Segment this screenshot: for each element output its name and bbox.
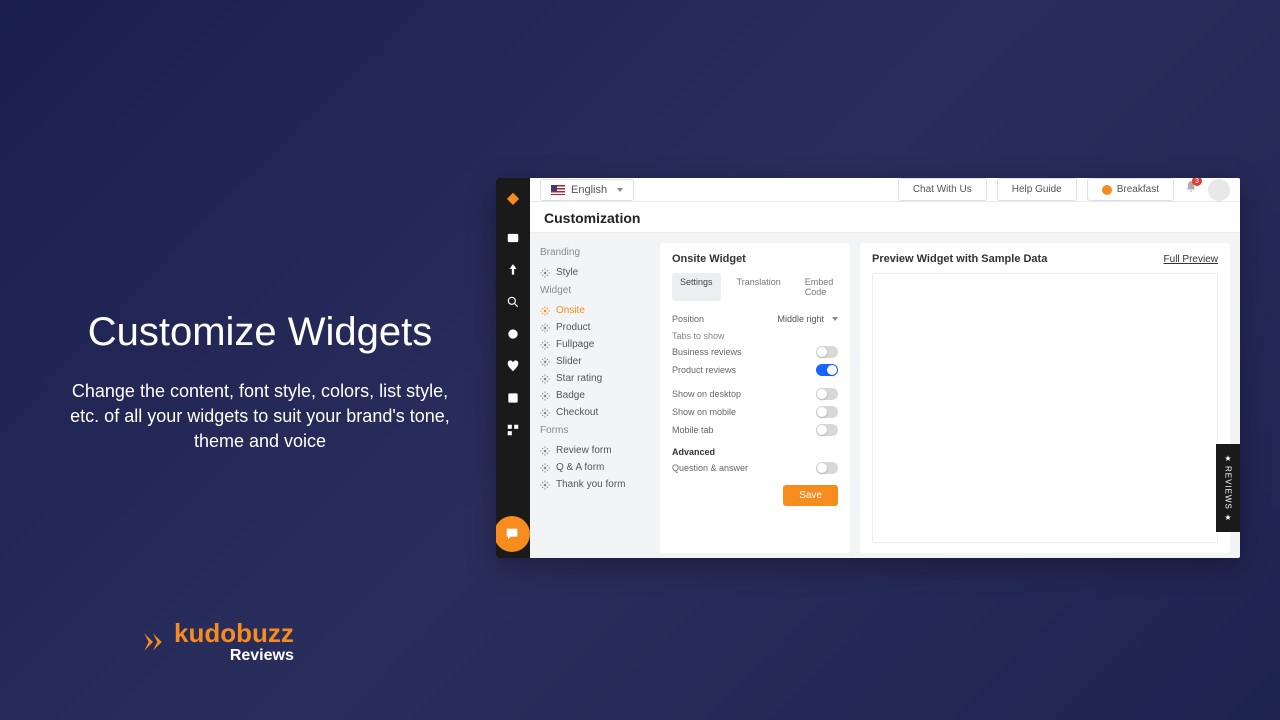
rail-globe-icon[interactable] <box>503 324 523 344</box>
advanced-label: Advanced <box>672 447 838 457</box>
rail-rocket-icon[interactable] <box>503 260 523 280</box>
gear-icon <box>540 408 550 418</box>
full-preview-link[interactable]: Full Preview <box>1164 254 1218 265</box>
rail-reviews-icon[interactable] <box>503 228 523 248</box>
rail-grid-icon[interactable] <box>503 420 523 440</box>
promo-title: Customize Widgets <box>60 310 460 355</box>
toggle-label: Show on desktop <box>672 389 741 399</box>
preview-area <box>872 273 1218 543</box>
position-select[interactable]: Middle right <box>777 314 838 324</box>
nav-rail: ◆ <box>496 178 530 558</box>
rail-search-icon[interactable] <box>503 292 523 312</box>
toggle-label: Question & answer <box>672 463 748 473</box>
gear-icon <box>540 340 550 350</box>
settings-sidebar: Branding Style Widget OnsiteProductFullp… <box>540 243 650 553</box>
brand-name: kudobuzz <box>174 618 294 649</box>
language-label: English <box>571 184 607 196</box>
toggle-label: Mobile tab <box>672 425 714 435</box>
save-button[interactable]: Save <box>783 485 838 506</box>
topbar: English Chat With Us Help Guide Breakfas… <box>530 178 1240 202</box>
tab-translation[interactable]: Translation <box>729 273 789 301</box>
settings-card: Onsite Widget Settings Translation Embed C… <box>660 243 850 553</box>
toggle-show-on-desktop[interactable] <box>816 388 838 400</box>
toggle-business-reviews[interactable] <box>816 346 838 358</box>
gear-icon <box>540 357 550 367</box>
toggle-product-reviews[interactable] <box>816 364 838 376</box>
sidebar-item-checkout[interactable]: Checkout <box>540 404 650 421</box>
sidebar-item-style[interactable]: Style <box>540 264 650 281</box>
chevron-down-icon <box>832 317 838 321</box>
star-icon: ★ <box>1224 454 1231 463</box>
sidebar-item-product[interactable]: Product <box>540 319 650 336</box>
reviews-side-tab[interactable]: ★ REVIEWS ★ <box>1216 444 1240 532</box>
toggle-label: Business reviews <box>672 347 742 357</box>
gear-icon <box>540 374 550 384</box>
gear-icon <box>540 306 550 316</box>
settings-tabs: SettingsTranslationEmbed Code <box>672 273 838 301</box>
gear-icon <box>540 268 550 278</box>
gear-icon <box>540 391 550 401</box>
toggle-mobile-tab[interactable] <box>816 424 838 436</box>
app-window: ◆ English Chat With Us Help Guide Breakf… <box>496 178 1240 558</box>
toggle-show-on-mobile[interactable] <box>816 406 838 418</box>
help-button[interactable]: Help Guide <box>997 178 1077 201</box>
rail-heart-icon[interactable] <box>503 356 523 376</box>
brand-logo: kudobuzz Reviews <box>140 618 294 665</box>
breakfast-icon <box>1102 185 1112 195</box>
flag-icon <box>551 185 565 195</box>
toggle-label: Product reviews <box>672 365 736 375</box>
tab-settings[interactable]: Settings <box>672 273 721 301</box>
brand-sub: Reviews <box>174 647 294 665</box>
sidebar-item-fullpage[interactable]: Fullpage <box>540 336 650 353</box>
sidebar-item-q-&-a-form[interactable]: Q & A form <box>540 459 650 476</box>
promo-description: Change the content, font style, colors, … <box>60 379 460 455</box>
sidebar-item-onsite[interactable]: Onsite <box>540 302 650 319</box>
preview-title: Preview Widget with Sample Data <box>872 253 1047 265</box>
widget-heading: Widget <box>540 285 650 296</box>
settings-card-title: Onsite Widget <box>672 253 838 265</box>
sidebar-item-badge[interactable]: Badge <box>540 387 650 404</box>
sidebar-item-review-form[interactable]: Review form <box>540 442 650 459</box>
chat-fab[interactable] <box>496 516 530 552</box>
gear-icon <box>540 323 550 333</box>
tabs-to-show-label: Tabs to show <box>672 331 838 341</box>
sidebar-item-thank-you-form[interactable]: Thank you form <box>540 476 650 493</box>
language-selector[interactable]: English <box>540 179 634 201</box>
breakfast-button[interactable]: Breakfast <box>1087 178 1174 201</box>
notif-badge: 3 <box>1192 178 1202 186</box>
preview-card: Preview Widget with Sample Data Full Pre… <box>860 243 1230 553</box>
gear-icon <box>540 480 550 490</box>
branding-heading: Branding <box>540 247 650 258</box>
kudobuzz-icon <box>140 629 166 655</box>
gear-icon <box>540 446 550 456</box>
notifications-button[interactable]: 3 <box>1184 180 1198 199</box>
forms-heading: Forms <box>540 425 650 436</box>
toggle-label: Show on mobile <box>672 407 736 417</box>
sidebar-item-star-rating[interactable]: Star rating <box>540 370 650 387</box>
rail-image-icon[interactable] <box>503 388 523 408</box>
toggle-question-&-answer[interactable] <box>816 462 838 474</box>
star-icon: ★ <box>1224 513 1231 522</box>
position-label: Position <box>672 314 704 324</box>
page-title: Customization <box>530 202 1240 233</box>
chevron-down-icon <box>617 188 623 192</box>
rail-logo-icon[interactable]: ◆ <box>507 188 519 208</box>
avatar[interactable] <box>1208 179 1230 201</box>
sidebar-item-slider[interactable]: Slider <box>540 353 650 370</box>
tab-embed-code[interactable]: Embed Code <box>797 273 842 301</box>
chat-button[interactable]: Chat With Us <box>898 178 987 201</box>
gear-icon <box>540 463 550 473</box>
